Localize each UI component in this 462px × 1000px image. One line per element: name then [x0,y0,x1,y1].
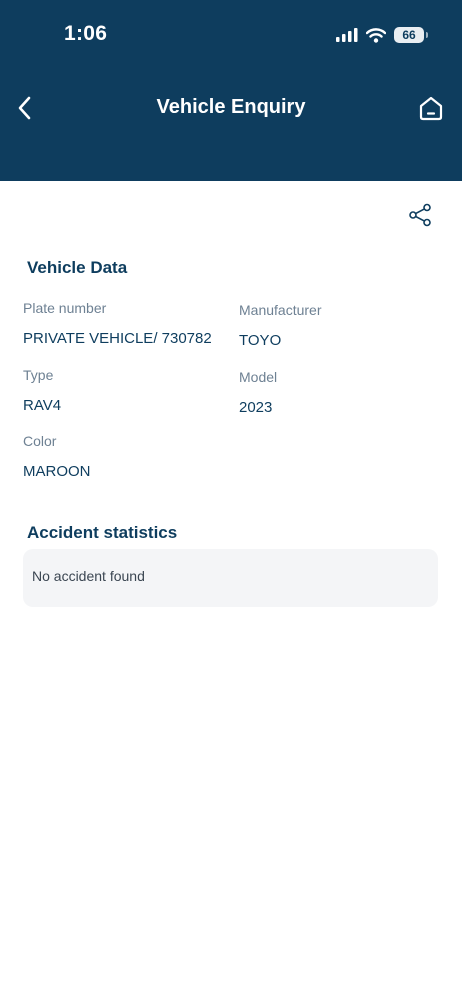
battery-level: 66 [402,28,416,42]
color-label: Color [23,433,57,449]
manufacturer-value: TOYO [239,332,282,349]
plate-number-label: Plate number [23,300,107,316]
model-label: Model [239,369,278,385]
no-accident-message: No accident found [32,568,145,584]
home-icon[interactable] [418,95,444,121]
color-value: MAROON [23,463,91,480]
accident-statistics-title: Accident statistics [27,523,178,542]
status-time: 1:06 [64,22,108,45]
manufacturer-label: Manufacturer [239,302,322,318]
type-value: RAV4 [23,397,62,414]
status-icons: 66 [336,25,428,45]
type-label: Type [23,367,54,383]
accident-card: No accident found [23,549,438,607]
vehicle-data-title: Vehicle Data [27,258,128,277]
model-value: 2023 [239,399,273,416]
battery-icon: 66 [394,27,428,43]
share-icon[interactable] [408,203,432,227]
page-title: Vehicle Enquiry [156,96,306,118]
wifi-icon [366,27,386,43]
signal-icon [336,28,358,42]
plate-number-value: PRIVATE VEHICLE/ 730782 [23,330,212,347]
app-header: 1:06 66 Vehicle Enquiry [0,0,462,181]
